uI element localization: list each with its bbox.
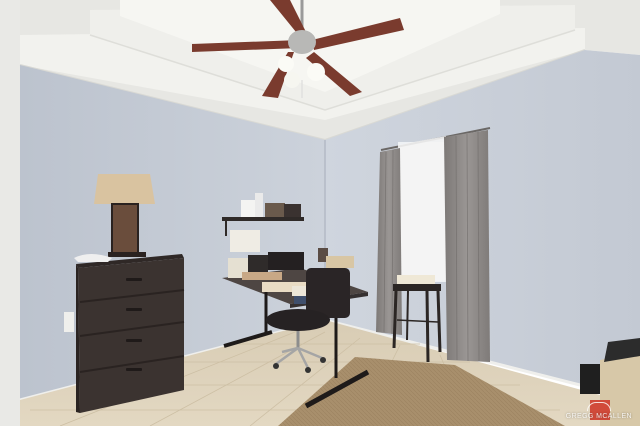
curtain-left — [376, 148, 402, 335]
lamp-shade — [94, 174, 155, 204]
photo-frame — [284, 204, 301, 217]
fan-light — [278, 56, 294, 72]
fan-light — [284, 72, 300, 88]
stool-books — [397, 275, 435, 284]
watermark: GREGG MCALLEN — [566, 402, 632, 420]
watermark-text: GREGG MCALLEN — [565, 413, 632, 420]
watermark-logo — [586, 402, 611, 411]
fan-light — [307, 63, 325, 81]
dresser — [76, 254, 185, 413]
photo-frame — [265, 203, 285, 217]
home-office-photo: GREGG MCALLEN — [0, 0, 640, 426]
sheer-curtain — [398, 136, 448, 285]
room-scene — [0, 0, 640, 426]
wall-outlet-cover — [64, 312, 74, 332]
door-frame-left — [0, 0, 20, 426]
chair-seat — [266, 309, 330, 331]
